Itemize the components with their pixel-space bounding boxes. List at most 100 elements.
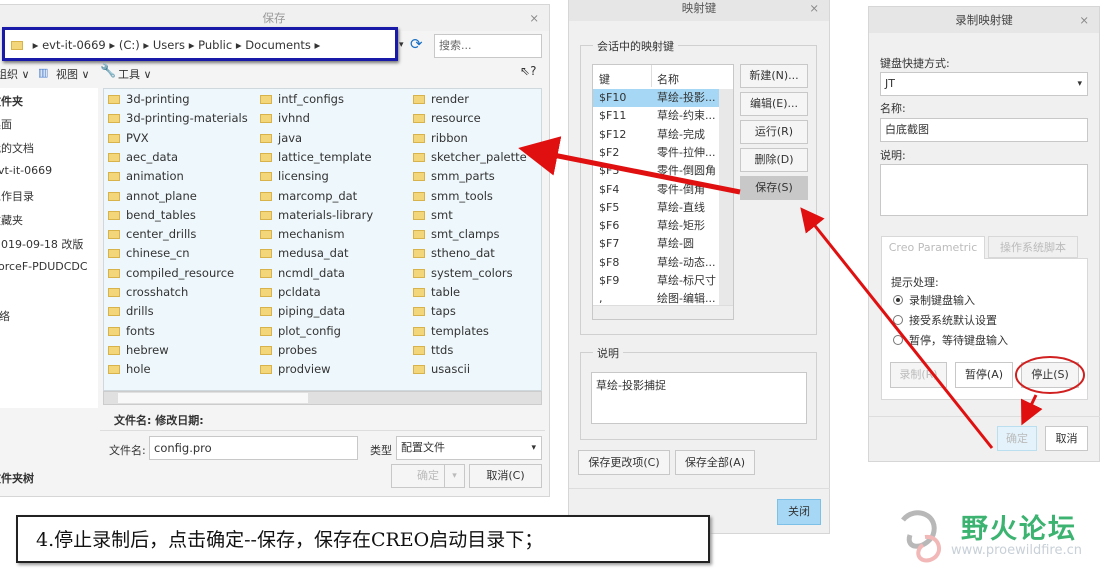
sidebar-item[interactable]: 桌面 xyxy=(0,116,12,132)
file-item[interactable]: crosshatch xyxy=(108,285,188,299)
file-item[interactable]: table xyxy=(413,285,460,299)
file-item[interactable]: marcomp_dat xyxy=(260,189,357,203)
sidebar-item[interactable]: 我的文档 xyxy=(0,140,34,156)
pause-button[interactable]: 暂停(A) xyxy=(955,362,1013,388)
help-pointer-icon[interactable]: ⇖? xyxy=(520,64,536,78)
file-item[interactable]: chinese_cn xyxy=(108,246,190,260)
tab-os-script[interactable]: 操作系统脚本 xyxy=(988,236,1078,258)
search-input[interactable]: 搜索... xyxy=(434,34,542,58)
sidebar-item[interactable]: 网络 xyxy=(0,308,10,324)
breadcrumb-item[interactable]: evt-it-0669 xyxy=(42,38,106,52)
folder-tree-toggle[interactable]: 文件夹树 xyxy=(0,470,34,486)
file-item[interactable]: bend_tables xyxy=(108,208,196,222)
sidebar-item[interactable]: orceF-PDUDCDC xyxy=(0,260,88,273)
col-name-header[interactable]: 名称 xyxy=(657,71,679,87)
mapkey-row[interactable]: $F7 草绘-圆 xyxy=(593,235,725,253)
mapkey-row[interactable]: $F5 草绘-直线 xyxy=(593,199,725,217)
name-input[interactable]: 白底截图 xyxy=(880,118,1088,142)
file-item[interactable]: java xyxy=(260,131,302,145)
scroll-thumb[interactable] xyxy=(118,393,308,403)
file-item[interactable]: system_colors xyxy=(413,266,513,280)
breadcrumb-item[interactable]: (C:) xyxy=(119,38,140,52)
tab-creo-parametric[interactable]: Creo Parametric xyxy=(881,236,985,259)
file-item[interactable]: smm_parts xyxy=(413,169,495,183)
file-item[interactable]: ttds xyxy=(413,343,453,357)
file-item[interactable]: intf_configs xyxy=(260,92,344,106)
file-item[interactable]: prodview xyxy=(260,362,331,376)
file-item[interactable]: taps xyxy=(413,304,456,318)
sidebar-item[interactable]: 2019-09-18 改版 xyxy=(0,236,83,252)
cancel-button[interactable]: 取消 xyxy=(1045,426,1088,451)
file-item[interactable]: 3d-printing-materials xyxy=(108,111,248,125)
radio-record-keyboard[interactable]: 录制键盘输入 xyxy=(893,292,975,308)
file-item[interactable]: compiled_resource xyxy=(108,266,234,280)
mapkey-row[interactable]: $F3 零件-倒圆角 xyxy=(593,162,725,180)
save-all-button[interactable]: 保存全部(A) xyxy=(675,450,755,475)
file-item[interactable]: smm_tools xyxy=(413,189,493,203)
mapkey-row[interactable]: $F6 草绘-矩形 xyxy=(593,217,725,235)
close-icon[interactable]: × xyxy=(529,5,539,31)
file-item[interactable]: hole xyxy=(108,362,151,376)
file-item[interactable]: resource xyxy=(413,111,481,125)
sidebar-item[interactable]: 收藏夹 xyxy=(0,212,23,228)
file-item[interactable]: plot_config xyxy=(260,324,341,338)
file-item[interactable]: 3d-printing xyxy=(108,92,190,106)
file-item[interactable]: usascii xyxy=(413,362,470,376)
file-item[interactable]: piping_data xyxy=(260,304,345,318)
file-item[interactable]: annot_plane xyxy=(108,189,197,203)
file-item[interactable]: probes xyxy=(260,343,317,357)
file-item[interactable]: pcldata xyxy=(260,285,321,299)
radio-accept-defaults[interactable]: 接受系统默认设置 xyxy=(893,312,997,328)
breadcrumb[interactable]: ▸ evt-it-0669 ▸ (C:) ▸ Users ▸ Public ▸ … xyxy=(2,27,398,61)
mapkey-row[interactable]: $F9 草绘-标尺寸 xyxy=(593,272,725,290)
close-icon[interactable]: × xyxy=(1079,7,1089,33)
file-item[interactable]: materials-library xyxy=(260,208,373,222)
save-button[interactable]: 保存(S) xyxy=(740,176,808,200)
shortcut-select[interactable]: JT ▾ xyxy=(880,72,1088,96)
file-item[interactable]: medusa_dat xyxy=(260,246,349,260)
type-select[interactable]: 配置文件 ▾ xyxy=(396,436,542,460)
file-item[interactable]: stheno_dat xyxy=(413,246,495,260)
cancel-button[interactable]: 取消(C) xyxy=(469,464,542,488)
mapkey-row[interactable]: $F11 草绘-约束... xyxy=(593,107,725,125)
breadcrumb-item[interactable]: Documents xyxy=(245,38,311,52)
new-button[interactable]: 新建(N)... xyxy=(740,64,808,88)
file-item[interactable]: sketcher_palette xyxy=(413,150,527,164)
close-icon[interactable]: × xyxy=(809,0,819,21)
breadcrumb-item[interactable]: Public xyxy=(198,38,232,52)
file-item[interactable]: animation xyxy=(108,169,184,183)
file-item[interactable]: fonts xyxy=(108,324,155,338)
file-item[interactable]: lattice_template xyxy=(260,150,372,164)
view-menu[interactable]: 视图 ∨ xyxy=(56,66,90,82)
file-item[interactable]: ivhnd xyxy=(260,111,310,125)
mapkey-row[interactable]: $F8 草绘-动态... xyxy=(593,254,725,272)
record-button[interactable]: 录制(R) xyxy=(890,362,947,388)
save-changes-button[interactable]: 保存更改项(C) xyxy=(578,450,670,475)
delete-button[interactable]: 删除(D) xyxy=(740,148,808,172)
close-button[interactable]: 关闭 xyxy=(777,499,821,525)
file-item[interactable]: licensing xyxy=(260,169,329,183)
file-item[interactable]: templates xyxy=(413,324,489,338)
sidebar-item[interactable]: vt-it-0669 xyxy=(0,164,52,177)
file-item[interactable]: smt xyxy=(413,208,453,222)
tools-menu[interactable]: 工具 ∨ xyxy=(118,66,152,82)
edit-button[interactable]: 编辑(E)... xyxy=(740,92,808,116)
filename-input[interactable]: config.pro xyxy=(149,436,358,460)
refresh-icon[interactable]: ⟳ xyxy=(410,35,423,53)
description-textarea[interactable] xyxy=(880,164,1088,216)
sidebar-item[interactable]: 文件夹 xyxy=(0,93,23,109)
file-item[interactable]: mechanism xyxy=(260,227,345,241)
file-item[interactable]: ribbon xyxy=(413,131,468,145)
sidebar-item[interactable]: 工作目录 xyxy=(0,188,34,204)
organize-menu[interactable]: 组织 ∨ xyxy=(0,66,30,82)
breadcrumb-item[interactable]: Users xyxy=(153,38,185,52)
file-item[interactable]: ncmdl_data xyxy=(260,266,345,280)
horizontal-scrollbar[interactable] xyxy=(593,305,733,319)
file-item[interactable]: aec_data xyxy=(108,150,178,164)
horizontal-scrollbar[interactable] xyxy=(103,391,542,405)
ok-button[interactable]: 确定 xyxy=(997,426,1037,451)
file-item[interactable]: center_drills xyxy=(108,227,196,241)
file-item[interactable]: smt_clamps xyxy=(413,227,500,241)
mapkey-row[interactable]: $F2 零件-拉伸... xyxy=(593,144,725,162)
mapkey-row[interactable]: $F4 零件-倒角 xyxy=(593,181,725,199)
